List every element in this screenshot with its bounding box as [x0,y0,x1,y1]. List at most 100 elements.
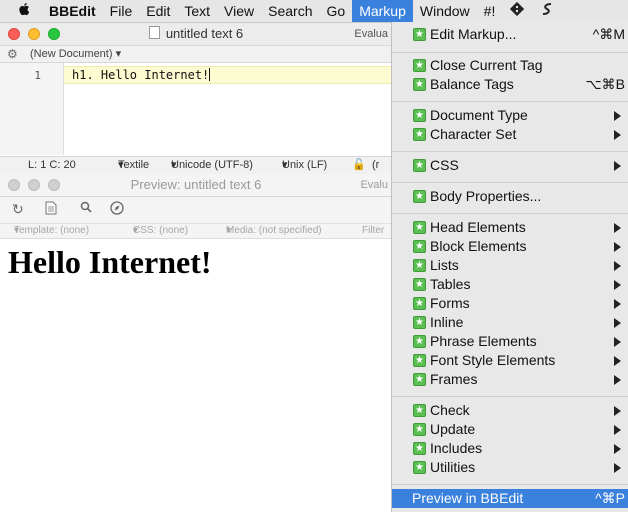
menu-item-update[interactable]: ★ Update [392,420,628,439]
markup-icon: ★ [413,221,426,234]
text-caret [209,68,211,81]
menu-item-css[interactable]: ★ CSS [392,156,628,175]
submenu-arrow-icon [614,130,621,140]
menu-item-character-set[interactable]: ★ Character Set [392,125,628,144]
menu-edit[interactable]: Edit [139,0,177,22]
reload-icon[interactable]: ↻ [12,201,24,218]
markup-icon: ★ [413,259,426,272]
editor-titlebar[interactable]: untitled text 6 Evalua [0,23,392,46]
preview-title-extra: Evalu [360,179,388,191]
encoding-popup[interactable]: Unicode (UTF-8) ▾ [171,157,253,174]
document-selector[interactable]: (New Document) ▾ [30,46,121,62]
css-popup[interactable]: CSS: (none) ▾ [133,224,188,238]
markup-icon: ★ [413,28,426,41]
submenu-arrow-icon [614,444,621,454]
submenu-arrow-icon [614,161,621,171]
menu-item-frames[interactable]: ★ Frames [392,370,628,389]
markup-icon: ★ [413,354,426,367]
submenu-arrow-icon [614,356,621,366]
status-bar: L: 1 C: 20 Textile ▾ Unicode (UTF-8) ▾ U… [0,156,392,174]
apple-menu-icon[interactable] [0,0,42,22]
line-number-gutter: 1 [0,63,64,155]
markup-icon: ★ [413,109,426,122]
markup-icon: ★ [413,461,426,474]
submenu-arrow-icon [614,280,621,290]
preview-window-title: Preview: untitled text 6 [130,177,262,192]
menu-text[interactable]: Text [177,0,217,22]
language-popup[interactable]: Textile ▾ [118,157,149,174]
editor-window-title: untitled text 6 [0,23,392,45]
editor-title-extra: Evalua [354,28,388,40]
menu-separator [392,101,628,102]
preview-toolbar: ↻ [0,197,392,224]
menu-bar: BBEdit File Edit Text View Search Go Mar… [0,0,628,23]
submenu-arrow-icon [614,223,621,233]
menu-separator [392,182,628,183]
submenu-arrow-icon [614,337,621,347]
app-menu-bbedit[interactable]: BBEdit [42,0,103,22]
menu-item-font-style-elements[interactable]: ★ Font Style Elements [392,351,628,370]
preview-window: Preview: untitled text 6 Evalu ↻ Templat… [0,174,393,512]
gear-icon[interactable]: ⚙ [7,46,18,62]
markup-icon: ★ [413,404,426,417]
current-line[interactable]: h1. Hello Internet! [64,66,392,84]
document-icon[interactable] [45,201,57,218]
markup-icon: ★ [413,240,426,253]
markup-icon: ★ [413,316,426,329]
menu-item-includes[interactable]: ★ Includes [392,439,628,458]
menu-item-utilities[interactable]: ★ Utilities [392,458,628,477]
preview-options-bar: Template: (none) ▾ CSS: (none) ▾ Media: … [0,224,392,239]
code-text[interactable]: h1. Hello Internet! [72,68,211,82]
template-popup[interactable]: Template: (none) ▾ [14,224,89,238]
menu-separator [392,396,628,397]
menu-item-block-elements[interactable]: ★ Block Elements [392,237,628,256]
menu-item-edit-markup[interactable]: ★ Edit Markup... ^⌘M [392,25,628,44]
menu-item-tables[interactable]: ★ Tables [392,275,628,294]
status-extra: (r [372,159,380,171]
line-endings-popup[interactable]: Unix (LF) ▾ [282,157,327,174]
menu-markup[interactable]: Markup [352,0,413,22]
markup-icon: ★ [413,159,426,172]
submenu-arrow-icon [614,318,621,328]
compass-icon[interactable] [110,201,124,218]
menu-item-body-properties[interactable]: ★ Body Properties... [392,187,628,206]
submenu-arrow-icon [614,242,621,252]
menu-file[interactable]: File [103,0,140,22]
markup-icon: ★ [413,442,426,455]
markup-icon: ★ [413,278,426,291]
menu-item-phrase-elements[interactable]: ★ Phrase Elements [392,332,628,351]
submenu-arrow-icon [614,425,621,435]
script-menu-icon[interactable] [532,0,562,22]
line-number: 1 [34,69,41,82]
menu-separator [392,484,628,485]
git-icon[interactable] [502,0,532,22]
menu-shebang[interactable]: #! [477,0,503,22]
search-icon[interactable] [80,201,93,217]
cursor-position[interactable]: L: 1 C: 20 [28,157,76,174]
menu-item-document-type[interactable]: ★ Document Type [392,106,628,125]
menu-item-head-elements[interactable]: ★ Head Elements [392,218,628,237]
menu-separator [392,213,628,214]
submenu-arrow-icon [614,406,621,416]
menu-search[interactable]: Search [261,0,319,22]
menu-item-check[interactable]: ★ Check [392,401,628,420]
menu-view[interactable]: View [217,0,261,22]
submenu-arrow-icon [614,375,621,385]
menu-window[interactable]: Window [413,0,477,22]
filter-popup[interactable]: Filter [362,224,384,238]
menu-item-lists[interactable]: ★ Lists [392,256,628,275]
markup-icon: ★ [413,128,426,141]
menu-item-close-current-tag[interactable]: ★ Close Current Tag [392,56,628,75]
menu-separator [392,151,628,152]
menu-item-forms[interactable]: ★ Forms [392,294,628,313]
preview-titlebar[interactable]: Preview: untitled text 6 Evalu [0,174,392,197]
markup-icon: ★ [413,335,426,348]
text-area[interactable]: 1 h1. Hello Internet! [0,63,392,155]
submenu-arrow-icon [614,299,621,309]
menu-item-preview-in-bbedit[interactable]: Preview in BBEdit ^⌘P [392,489,628,508]
media-popup[interactable]: Media: (not specified) ▾ [226,224,322,238]
lock-icon[interactable]: 🔓 [352,157,366,174]
menu-go[interactable]: Go [320,0,353,22]
menu-item-inline[interactable]: ★ Inline [392,313,628,332]
menu-item-balance-tags[interactable]: ★ Balance Tags ⌥⌘B [392,75,628,94]
